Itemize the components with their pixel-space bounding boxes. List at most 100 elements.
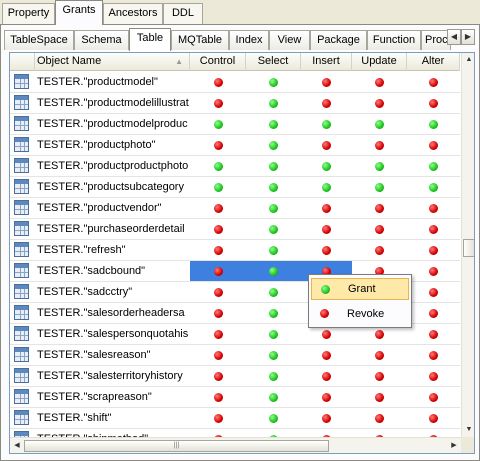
scroll-left-icon[interactable]: ◀ [10, 439, 24, 453]
alter-grant-cell[interactable] [407, 261, 460, 281]
table-row[interactable]: TESTER."refresh" [10, 240, 460, 261]
header-select[interactable]: Select [246, 53, 301, 71]
update-grant-cell[interactable] [352, 345, 407, 365]
update-grant-cell[interactable] [352, 114, 407, 134]
control-grant-cell[interactable] [190, 366, 246, 386]
select-grant-cell[interactable] [246, 135, 301, 155]
object-name-cell[interactable]: TESTER."purchaseorderdetail [35, 219, 190, 239]
alter-grant-cell[interactable] [407, 282, 460, 302]
header-control[interactable]: Control [190, 53, 246, 71]
select-grant-cell[interactable] [246, 387, 301, 407]
select-grant-cell[interactable] [246, 408, 301, 428]
insert-grant-cell[interactable] [301, 72, 352, 92]
table-row[interactable]: TESTER."productvendor" [10, 198, 460, 219]
select-grant-cell[interactable] [246, 303, 301, 323]
header-insert[interactable]: Insert [301, 53, 352, 71]
scroll-right-icon[interactable]: ▶ [447, 439, 461, 453]
tab-ancestors[interactable]: Ancestors [103, 3, 163, 24]
object-name-cell[interactable]: TESTER."salesterritoryhistory [35, 366, 190, 386]
alter-grant-cell[interactable] [407, 366, 460, 386]
select-grant-cell[interactable] [246, 72, 301, 92]
insert-grant-cell[interactable] [301, 156, 352, 176]
control-grant-cell[interactable] [190, 156, 246, 176]
vertical-scrollbar[interactable]: ▲ ▼ [461, 53, 474, 437]
header-update[interactable]: Update [352, 53, 407, 71]
tab-package[interactable]: Package [310, 30, 367, 50]
control-grant-cell[interactable] [190, 135, 246, 155]
select-grant-cell[interactable] [246, 261, 301, 281]
table-row[interactable]: TESTER."productsubcategory [10, 177, 460, 198]
select-grant-cell[interactable] [246, 156, 301, 176]
object-name-cell[interactable]: TESTER."productmodelillustrat [35, 93, 190, 113]
update-grant-cell[interactable] [352, 387, 407, 407]
alter-grant-cell[interactable] [407, 156, 460, 176]
insert-grant-cell[interactable] [301, 198, 352, 218]
select-grant-cell[interactable] [246, 114, 301, 134]
table-row[interactable]: TESTER."productphoto" [10, 135, 460, 156]
select-grant-cell[interactable] [246, 282, 301, 302]
tab-function[interactable]: Function [367, 30, 421, 50]
menu-item-revoke[interactable]: Revoke [311, 303, 409, 325]
alter-grant-cell[interactable] [407, 177, 460, 197]
alter-grant-cell[interactable] [407, 135, 460, 155]
update-grant-cell[interactable] [352, 198, 407, 218]
header-object-name[interactable]: Object Name ▲ [35, 53, 190, 71]
tab-schema[interactable]: Schema [74, 30, 129, 50]
vertical-scroll-thumb[interactable] [463, 239, 474, 257]
control-grant-cell[interactable] [190, 93, 246, 113]
object-name-cell[interactable]: TESTER."salesorderheadersa [35, 303, 190, 323]
control-grant-cell[interactable] [190, 387, 246, 407]
tab-table[interactable]: Table [129, 28, 171, 51]
horizontal-scroll-thumb[interactable]: ||| [24, 440, 329, 452]
insert-grant-cell[interactable] [301, 387, 352, 407]
object-name-cell[interactable]: TESTER."salesreason" [35, 345, 190, 365]
update-grant-cell[interactable] [352, 156, 407, 176]
control-grant-cell[interactable] [190, 282, 246, 302]
object-name-cell[interactable]: TESTER."refresh" [35, 240, 190, 260]
object-name-cell[interactable]: TESTER."productvendor" [35, 198, 190, 218]
update-grant-cell[interactable] [352, 93, 407, 113]
object-name-cell[interactable]: TESTER."productphoto" [35, 135, 190, 155]
alter-grant-cell[interactable] [407, 219, 460, 239]
object-name-cell[interactable]: TESTER."productmodel" [35, 72, 190, 92]
update-grant-cell[interactable] [352, 408, 407, 428]
object-name-cell[interactable]: TESTER."shift" [35, 408, 190, 428]
alter-grant-cell[interactable] [407, 114, 460, 134]
insert-grant-cell[interactable] [301, 366, 352, 386]
alter-grant-cell[interactable] [407, 72, 460, 92]
table-row[interactable]: TESTER."productproductphoto [10, 156, 460, 177]
tab-index[interactable]: Index [229, 30, 269, 50]
alter-grant-cell[interactable] [407, 408, 460, 428]
object-name-cell[interactable]: TESTER."sadcbound" [35, 261, 190, 281]
select-grant-cell[interactable] [246, 366, 301, 386]
insert-grant-cell[interactable] [301, 219, 352, 239]
control-grant-cell[interactable] [190, 177, 246, 197]
alter-grant-cell[interactable] [407, 303, 460, 323]
tab-tablespace[interactable]: TableSpace [4, 30, 74, 50]
table-row[interactable]: TESTER."scrapreason" [10, 387, 460, 408]
table-row[interactable]: TESTER."productmodel" [10, 72, 460, 93]
tab-grants[interactable]: Grants [55, 0, 103, 25]
object-name-cell[interactable]: TESTER."scrapreason" [35, 387, 190, 407]
insert-grant-cell[interactable] [301, 177, 352, 197]
tab-view[interactable]: View [269, 30, 310, 50]
alter-grant-cell[interactable] [407, 324, 460, 344]
scroll-up-icon[interactable]: ▲ [462, 53, 474, 67]
update-grant-cell[interactable] [352, 177, 407, 197]
object-name-cell[interactable]: TESTER."productmodelproduc [35, 114, 190, 134]
control-grant-cell[interactable] [190, 303, 246, 323]
select-grant-cell[interactable] [246, 177, 301, 197]
object-name-cell[interactable]: TESTER."sadcctry" [35, 282, 190, 302]
tab-ddl[interactable]: DDL [163, 3, 203, 24]
select-grant-cell[interactable] [246, 219, 301, 239]
control-grant-cell[interactable] [190, 240, 246, 260]
update-grant-cell[interactable] [352, 219, 407, 239]
insert-grant-cell[interactable] [301, 240, 352, 260]
control-grant-cell[interactable] [190, 114, 246, 134]
alter-grant-cell[interactable] [407, 240, 460, 260]
control-grant-cell[interactable] [190, 261, 246, 281]
table-row[interactable]: TESTER."shift" [10, 408, 460, 429]
table-row[interactable]: TESTER."purchaseorderdetail [10, 219, 460, 240]
control-grant-cell[interactable] [190, 72, 246, 92]
insert-grant-cell[interactable] [301, 408, 352, 428]
